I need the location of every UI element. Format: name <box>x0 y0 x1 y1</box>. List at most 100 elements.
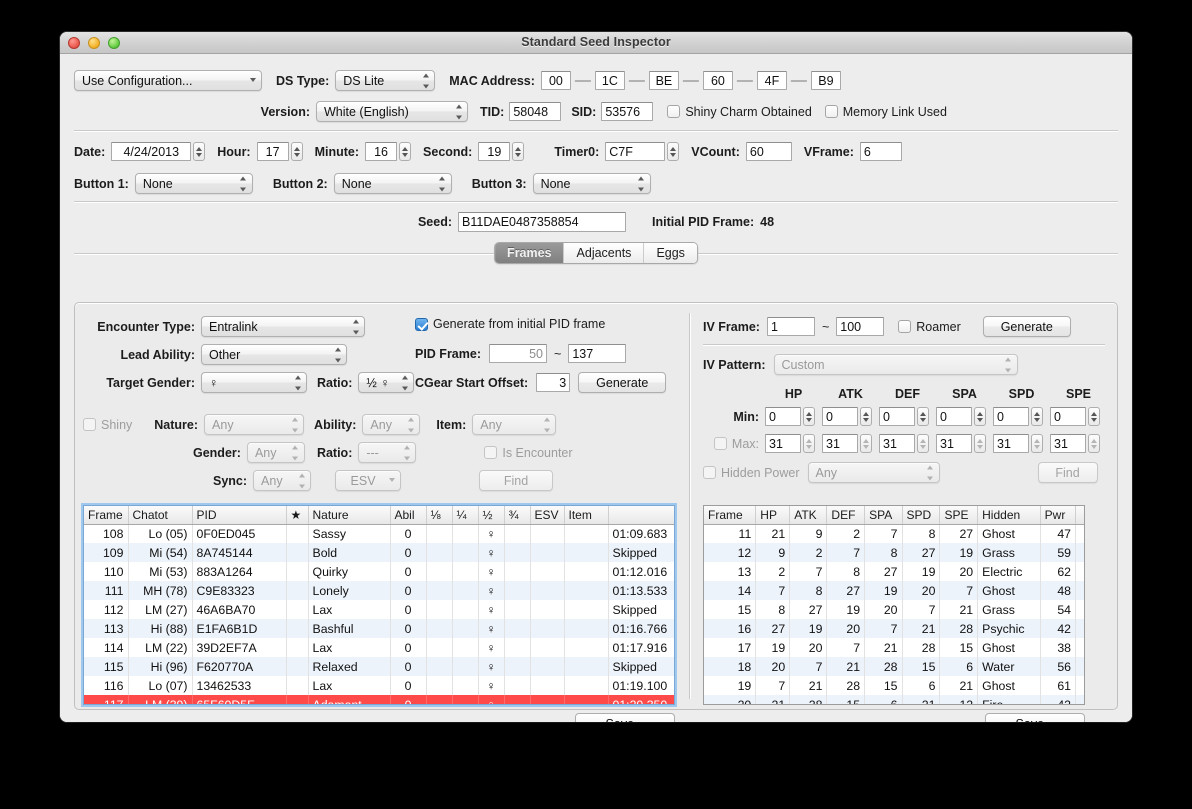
pid-frame-min-input[interactable] <box>489 344 547 363</box>
iv-max-input-0[interactable] <box>765 434 801 453</box>
iv-min-stepper-4[interactable] <box>1031 407 1043 426</box>
vframe-input[interactable] <box>859 142 902 161</box>
date-input[interactable] <box>111 142 192 161</box>
find-frames-button[interactable]: Find <box>479 470 554 491</box>
col-iv-blank[interactable] <box>1075 506 1084 525</box>
col-iv-def[interactable]: DEF <box>826 506 866 525</box>
table-row[interactable]: 17 19 20 7 21 28 15 Ghost 38 <box>704 638 1084 657</box>
frames-save-button[interactable]: Save... <box>575 713 675 722</box>
nature-filter-dropdown[interactable]: Any <box>204 414 305 435</box>
ivs-table[interactable]: Frame HP ATK DEF SPA SPD SPE Hidden Pwr <box>703 505 1085 705</box>
table-row[interactable]: 113 Hi (88) E1FA6B1D Bashful 0 ♀ 01:16.766 <box>84 619 674 638</box>
generate-ivs-button[interactable]: Generate <box>982 316 1071 337</box>
roamer-checkbox[interactable]: Roamer <box>898 320 961 334</box>
table-row[interactable]: 117 LM (39) 65F60D5F Adamant 0 ♀ 01:20.350 <box>84 695 674 704</box>
timer0-input[interactable] <box>605 142 666 161</box>
encounter-type-dropdown[interactable]: Entralink <box>201 316 365 337</box>
iv-min-input-5[interactable] <box>1050 407 1086 426</box>
table-row[interactable]: 12 9 2 7 8 27 19 Grass 59 <box>704 543 1084 562</box>
mac-octet-4[interactable] <box>756 71 787 90</box>
generate-frames-button[interactable]: Generate <box>578 372 667 393</box>
tid-input[interactable] <box>509 102 562 121</box>
mac-octet-5[interactable] <box>810 71 841 90</box>
col-iv-pwr[interactable]: Pwr <box>1040 506 1077 525</box>
table-row[interactable]: 109 Mi (54) 8A745144 Bold 0 ♀ Skipped <box>84 543 674 562</box>
iv-max-input-1[interactable] <box>822 434 858 453</box>
col-item[interactable]: Item <box>564 506 609 525</box>
table-row[interactable]: 112 LM (27) 46A6BA70 Lax 0 ♀ Skipped <box>84 600 674 619</box>
vcount-input[interactable] <box>745 142 792 161</box>
col-iv-hidden[interactable]: Hidden <box>977 506 1041 525</box>
col-frame[interactable]: Frame <box>84 506 129 525</box>
mac-octet-2[interactable] <box>648 71 679 90</box>
table-row[interactable]: 18 20 7 21 28 15 6 Water 56 <box>704 657 1084 676</box>
tab-adjacents[interactable]: Adjacents <box>564 243 645 263</box>
table-row[interactable]: 14 7 8 27 19 20 7 Ghost 48 <box>704 581 1084 600</box>
iv-min-input-3[interactable] <box>936 407 972 426</box>
item-filter-dropdown[interactable]: Any <box>472 414 557 435</box>
col-esv[interactable]: ESV <box>530 506 565 525</box>
mac-octet-3[interactable] <box>702 71 733 90</box>
col-pid[interactable]: PID <box>192 506 287 525</box>
col-three-quarter[interactable]: ¾ <box>504 506 531 525</box>
seed-input[interactable] <box>458 212 627 232</box>
table-row[interactable]: 111 MH (78) C9E83323 Lonely 0 ♀ 01:13.533 <box>84 581 674 600</box>
second-stepper[interactable] <box>512 142 525 161</box>
hidden-power-checkbox[interactable]: Hidden Power <box>703 466 800 480</box>
mac-octet-0[interactable] <box>540 71 571 90</box>
is-encounter-checkbox[interactable]: Is Encounter <box>484 446 573 460</box>
timer0-stepper[interactable] <box>667 142 680 161</box>
table-row[interactable]: 11 21 9 2 7 8 27 Ghost 47 <box>704 524 1084 543</box>
button1-dropdown[interactable]: None <box>134 173 253 194</box>
tab-frames[interactable]: Frames <box>495 243 565 263</box>
lead-ability-dropdown[interactable]: Other <box>201 344 347 365</box>
target-ratio-dropdown[interactable]: ½ ♀ <box>358 372 415 393</box>
target-gender-dropdown[interactable]: ♀ <box>201 372 307 393</box>
esv-dropdown[interactable]: ESV <box>335 470 402 491</box>
iv-frame-max-input[interactable] <box>836 317 885 336</box>
date-stepper[interactable] <box>193 142 206 161</box>
col-abil[interactable]: Abil <box>390 506 427 525</box>
button3-dropdown[interactable]: None <box>532 173 651 194</box>
col-time[interactable] <box>608 506 674 525</box>
iv-max-input-3[interactable] <box>936 434 972 453</box>
ratio-filter-dropdown[interactable]: --- <box>358 442 417 463</box>
window-titlebar[interactable]: Standard Seed Inspector <box>60 32 1132 54</box>
col-iv-hp[interactable]: HP <box>755 506 791 525</box>
sync-filter-dropdown[interactable]: Any <box>253 470 312 491</box>
iv-frame-min-input[interactable] <box>766 317 815 336</box>
iv-max-stepper-4[interactable] <box>1031 434 1043 453</box>
iv-min-stepper-2[interactable] <box>917 407 929 426</box>
table-row[interactable]: 110 Mi (53) 883A1264 Quirky 0 ♀ 01:12.016 <box>84 562 674 581</box>
col-quarter[interactable]: ¼ <box>452 506 479 525</box>
use-configuration-dropdown[interactable]: Use Configuration... <box>74 70 262 91</box>
table-row[interactable]: 116 Lo (07) 13462533 Lax 0 ♀ 01:19.100 <box>84 676 674 695</box>
iv-max-stepper-2[interactable] <box>917 434 929 453</box>
col-eighth[interactable]: ⅛ <box>426 506 453 525</box>
col-shiny-star-icon[interactable]: ★ <box>286 506 309 525</box>
iv-max-stepper-5[interactable] <box>1088 434 1100 453</box>
iv-min-stepper-1[interactable] <box>860 407 872 426</box>
minute-input[interactable] <box>365 142 398 161</box>
hidden-power-dropdown[interactable]: Any <box>807 462 940 483</box>
table-row[interactable]: 15 8 27 19 20 7 21 Grass 54 <box>704 600 1084 619</box>
ds-type-dropdown[interactable]: DS Lite <box>335 70 436 91</box>
table-row[interactable]: 115 Hi (96) F620770A Relaxed 0 ♀ Skipped <box>84 657 674 676</box>
table-row[interactable]: 114 LM (22) 39D2EF7A Lax 0 ♀ 01:17.916 <box>84 638 674 657</box>
iv-pattern-dropdown[interactable]: Custom <box>773 354 1018 375</box>
iv-max-checkbox[interactable]: Max: <box>703 437 759 451</box>
iv-min-stepper-0[interactable] <box>803 407 815 426</box>
iv-min-input-1[interactable] <box>822 407 858 426</box>
hour-input[interactable] <box>256 142 289 161</box>
col-half[interactable]: ½ <box>478 506 505 525</box>
iv-min-stepper-5[interactable] <box>1088 407 1100 426</box>
button2-dropdown[interactable]: None <box>333 173 452 194</box>
hour-stepper[interactable] <box>290 142 303 161</box>
table-row[interactable]: 16 27 19 20 7 21 28 Psychic 42 <box>704 619 1084 638</box>
col-iv-spe[interactable]: SPE <box>939 506 979 525</box>
cgear-offset-input[interactable] <box>536 373 571 392</box>
col-iv-atk[interactable]: ATK <box>789 506 828 525</box>
pid-frame-max-input[interactable] <box>568 344 627 363</box>
tab-eggs[interactable]: Eggs <box>644 243 697 263</box>
frames-table[interactable]: Frame Chatot PID ★ Nature Abil ⅛ ¼ ½ ¾ E <box>83 505 675 705</box>
